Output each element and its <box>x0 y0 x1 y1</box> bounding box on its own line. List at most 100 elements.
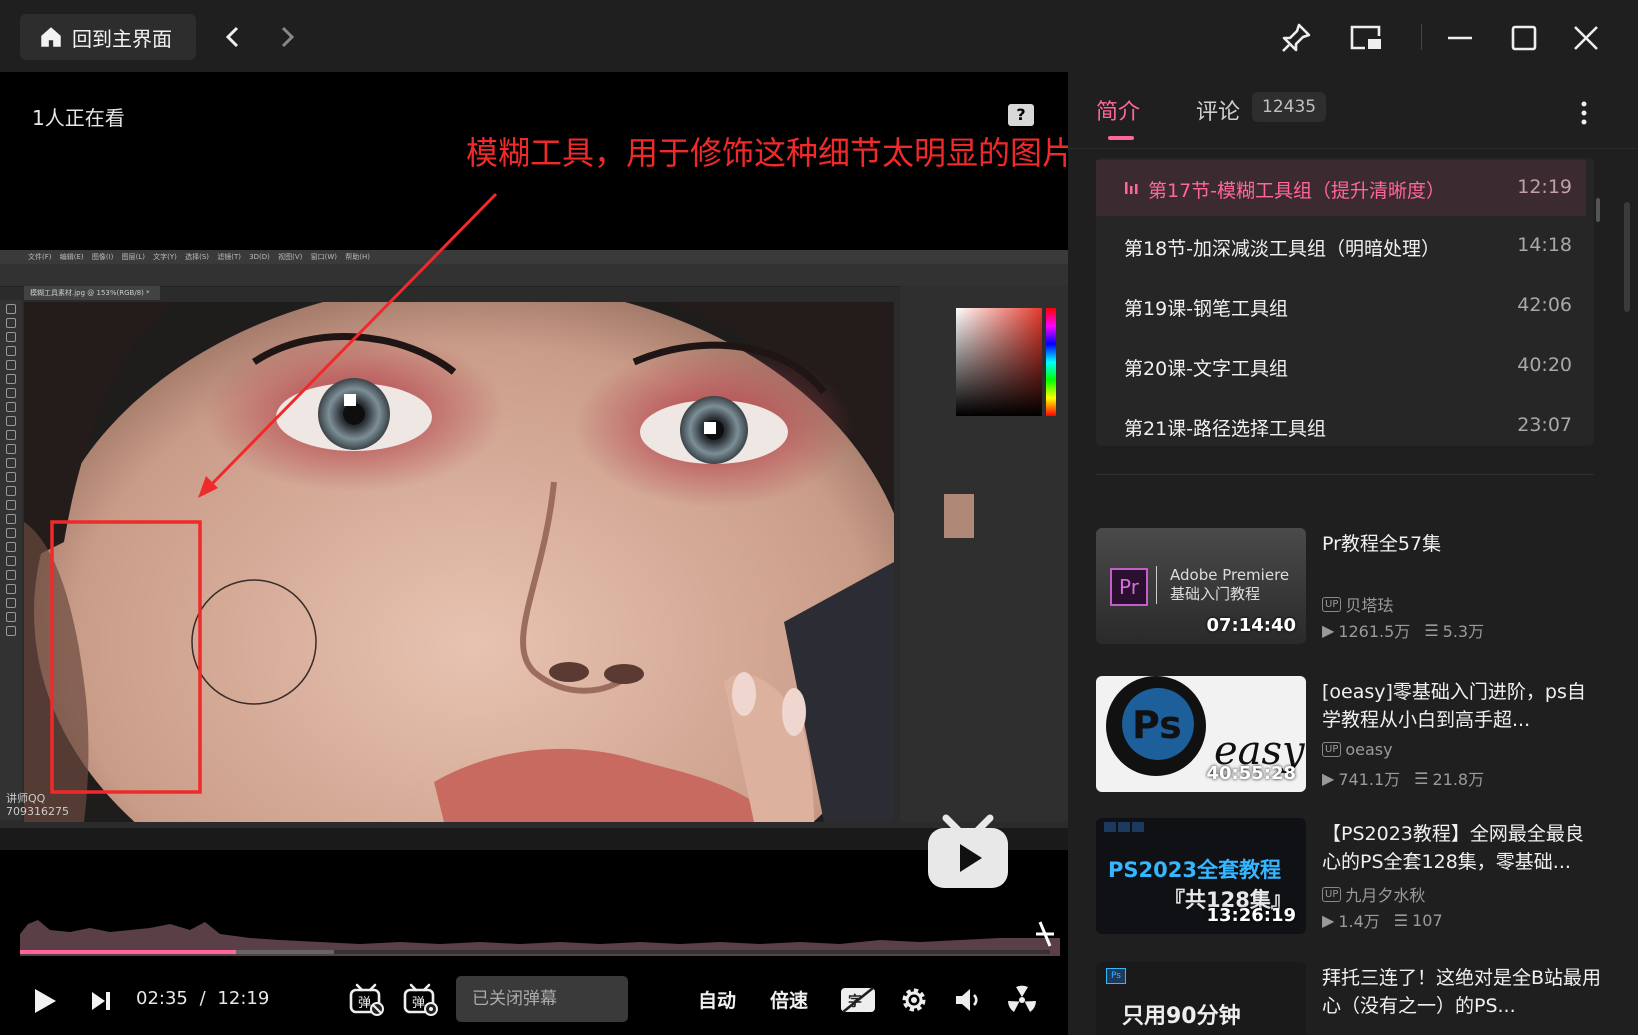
video-stats: ▶ 1261.5万 ☰ 5.3万 <box>1322 618 1484 642</box>
tabs-divider <box>1068 148 1638 149</box>
sidebar: 简介 评论 12435 第17节-模糊工具组（提升清晰度） 12:19 第18节… <box>1068 72 1638 1035</box>
video-thumbnail: Pr Adobe Premiere 基础入门教程 07:14:40 <box>1096 528 1306 644</box>
radiation-icon <box>1008 985 1036 1012</box>
episode-list-scrollbar[interactable] <box>1596 198 1600 222</box>
episode-item[interactable]: 第20课-文字工具组 40:20 <box>1096 338 1586 394</box>
episode-list: 第17节-模糊工具组（提升清晰度） 12:19 第18节-加深减淡工具组（明暗处… <box>1096 158 1600 446</box>
close-button[interactable] <box>1568 20 1604 56</box>
mini-player-icon <box>1350 25 1381 50</box>
thumbnail-text: 只用90分钟 <box>1122 1004 1241 1029</box>
chevron-right-icon <box>281 26 295 48</box>
section-divider <box>1096 474 1594 475</box>
comments-icon: ☰ <box>1414 768 1429 788</box>
danmaku-toggle-button[interactable]: 弹 <box>348 980 386 1018</box>
view-count: 1.4万 <box>1338 912 1380 931</box>
minimize-icon <box>1448 36 1472 40</box>
comment-count: 21.8万 <box>1432 770 1485 789</box>
ps-logo-text: Ps <box>1132 703 1182 747</box>
comments-icon: ☰ <box>1424 620 1439 640</box>
bilibili-tv-icon <box>926 812 1010 890</box>
play-button[interactable] <box>30 986 60 1016</box>
comment-count: 5.3万 <box>1442 622 1485 641</box>
comment-count-badge: 12435 <box>1252 92 1327 122</box>
video-title: Pr教程全57集 <box>1322 533 1442 555</box>
uploader-name: 贝塔珐 <box>1345 596 1394 615</box>
episode-item[interactable]: 第17节-模糊工具组（提升清晰度） 12:19 <box>1096 160 1586 216</box>
comments-icon: ☰ <box>1393 910 1409 930</box>
thumbnail-text: 基础入门教程 <box>1170 585 1261 603</box>
minimize-button[interactable] <box>1442 20 1478 56</box>
progress-played <box>20 950 237 954</box>
chevron-left-icon <box>225 26 239 48</box>
next-icon <box>92 992 110 1010</box>
video-player[interactable]: 1人正在看 ? 模糊工具，用于修饰这种细节太明显的图片 文件(F) 编辑(E) … <box>0 72 1074 1035</box>
video-uploader[interactable]: UP 九月夕水秋 <box>1322 882 1425 906</box>
video-title: 【PS2023教程】全网最全最良心的PS全套128集，零基础... <box>1322 823 1584 873</box>
recommended-video[interactable]: Ps 只用90分钟 拜托三连了！这绝对是全B站最用心（没有之一）的PS... <box>1096 962 1616 1035</box>
video-title: [oeasy]零基础入门进阶，ps自学教程从小白到高手超... <box>1322 681 1586 731</box>
uploader-name: 九月夕水秋 <box>1345 886 1426 905</box>
views-icon: ▶ <box>1322 620 1335 640</box>
premiere-logo: Pr <box>1110 568 1148 606</box>
recommended-video[interactable]: PS2023全套教程 『共128集』 13:26:19 【PS2023教程】全网… <box>1096 818 1616 934</box>
episode-duration: 23:07 <box>1517 414 1572 436</box>
episode-duration: 42:06 <box>1517 294 1572 316</box>
time-separator: / <box>199 988 206 1009</box>
danmaku-heatmap <box>20 920 1060 956</box>
home-label: 回到主界面 <box>72 26 172 51</box>
recommended-video[interactable]: Pr Adobe Premiere 基础入门教程 07:14:40 Pr教程全5… <box>1096 528 1616 644</box>
volume-icon <box>956 989 978 1011</box>
video-duration: 13:26:19 <box>1206 905 1296 926</box>
titlebar-separator <box>1421 24 1422 50</box>
progress-bar[interactable] <box>20 950 1050 954</box>
player-controls: 02:35 / 12:19 弹 弹 已关闭弹幕 自动 倍速 字 <box>0 972 1068 1032</box>
more-options-button[interactable] <box>1574 98 1594 128</box>
episode-item[interactable]: 第19课-钢笔工具组 42:06 <box>1096 278 1586 334</box>
video-uploader[interactable]: UP 贝塔珐 <box>1322 592 1393 616</box>
view-count: 1261.5万 <box>1338 622 1411 641</box>
next-button[interactable] <box>86 986 116 1016</box>
playing-bars-icon <box>1125 182 1138 194</box>
mini-player-button[interactable] <box>1348 20 1384 56</box>
pin-button[interactable] <box>1278 20 1314 56</box>
uploader-name: oeasy <box>1345 740 1393 759</box>
maximize-icon <box>1511 25 1537 51</box>
forward-button[interactable] <box>272 22 302 52</box>
episode-duration: 12:19 <box>1517 176 1572 198</box>
video-stats: ▶ 1.4万 ☰ 107 <box>1322 908 1443 932</box>
fullscreen-web-button[interactable] <box>1004 982 1040 1018</box>
sidebar-scrollbar[interactable] <box>1624 202 1630 312</box>
settings-button[interactable] <box>896 982 932 1018</box>
recommended-video[interactable]: Ps easy 40:55:28 [oeasy]零基础入门进阶，ps自学教程从小… <box>1096 676 1616 792</box>
danmaku-settings-button[interactable]: 弹 <box>402 980 440 1018</box>
episode-item[interactable]: 第21课-路径选择工具组 23:07 <box>1096 398 1586 454</box>
episode-title: 第17节-模糊工具组（提升清晰度） <box>1148 180 1446 202</box>
svg-text:弹: 弹 <box>358 996 371 1011</box>
subtitle-icon: 字 <box>841 986 875 1014</box>
episode-title: 第19课-钢笔工具组 <box>1124 298 1289 320</box>
title-bar: 回到主界面 <box>0 0 1638 72</box>
video-uploader[interactable]: UP oeasy <box>1322 740 1393 759</box>
tab-intro[interactable]: 简介 <box>1096 94 1140 126</box>
home-button[interactable]: 回到主界面 <box>20 14 196 60</box>
pin-icon <box>1282 23 1311 52</box>
video-thumbnail: Ps 只用90分钟 <box>1096 962 1306 1035</box>
maximize-button[interactable] <box>1506 20 1542 56</box>
video-title: 拜托三连了！这绝对是全B站最用心（没有之一）的PS... <box>1322 967 1602 1017</box>
back-button[interactable] <box>218 22 248 52</box>
speed-button[interactable]: 倍速 <box>770 986 808 1013</box>
views-icon: ▶ <box>1322 910 1335 930</box>
bilibili-progress-handle[interactable] <box>1034 920 1056 952</box>
thumbnail-text: PS2023全套教程 <box>1108 858 1281 882</box>
episode-title: 第18节-加深减淡工具组（明暗处理） <box>1124 238 1441 260</box>
episode-item[interactable]: 第18节-加深减淡工具组（明暗处理） 14:18 <box>1096 218 1586 274</box>
tab-intro-indicator <box>1108 136 1134 140</box>
danmaku-off-icon: 弹 <box>349 983 384 1016</box>
volume-button[interactable] <box>950 982 986 1018</box>
subtitle-button[interactable]: 字 <box>838 982 878 1018</box>
tab-comments[interactable]: 评论 <box>1196 94 1240 126</box>
danmaku-input[interactable]: 已关闭弹幕 <box>456 976 628 1022</box>
quality-button[interactable]: 自动 <box>698 986 736 1013</box>
thumbnail-text: Adobe Premiere <box>1170 566 1290 584</box>
episode-duration: 14:18 <box>1517 234 1572 256</box>
